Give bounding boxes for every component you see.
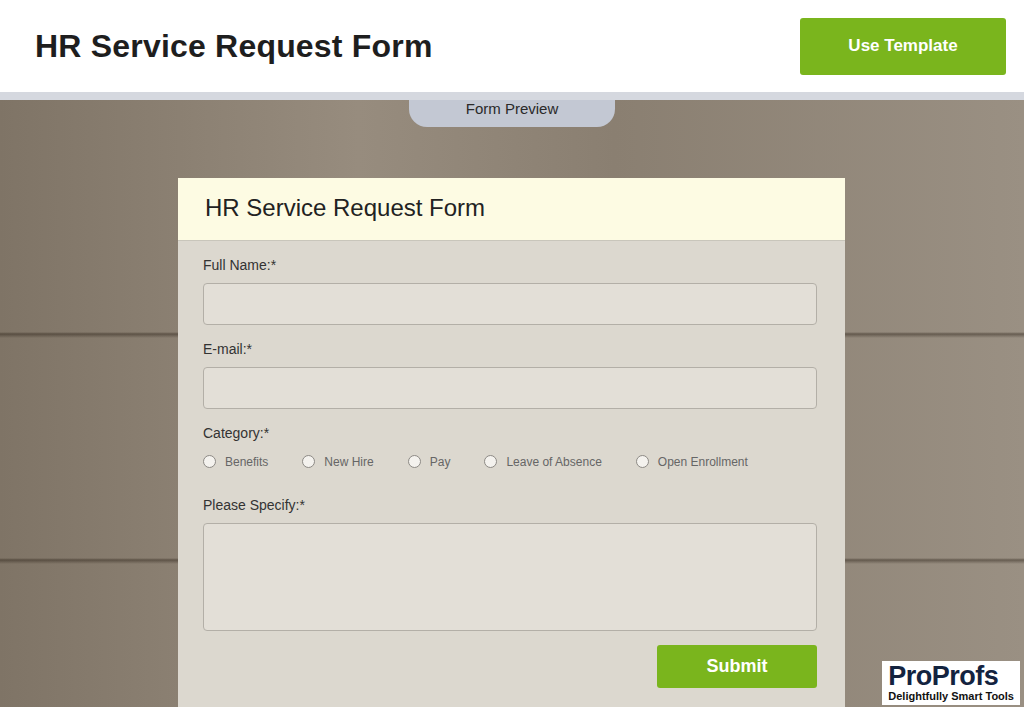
text-input[interactable] <box>203 283 817 325</box>
top-header: HR Service Request Form Use Template <box>0 0 1024 92</box>
submit-button[interactable]: Submit <box>657 645 817 688</box>
use-template-button[interactable]: Use Template <box>800 18 1006 75</box>
form-header: HR Service Request Form <box>178 178 845 241</box>
logo-name: ProProfs <box>888 663 1014 690</box>
radio-option[interactable]: Benefits <box>203 453 268 471</box>
form-field: Full Name:* <box>203 255 817 325</box>
field-label: Please Specify:* <box>203 495 817 515</box>
radio-button[interactable] <box>302 455 315 468</box>
radio-label: Open Enrollment <box>658 453 748 471</box>
logo-tagline: Delightfully Smart Tools <box>888 691 1014 702</box>
radio-group: Benefits New Hire Pay Leave of Absence Open … <box>203 451 817 471</box>
page: HR Service Request Form Use Template For… <box>0 0 1024 707</box>
field-label: Category:* <box>203 423 817 443</box>
radio-button[interactable] <box>408 455 421 468</box>
submit-row: Submit <box>203 645 817 688</box>
radio-option[interactable]: New Hire <box>302 453 373 471</box>
radio-option[interactable]: Open Enrollment <box>636 453 748 471</box>
wood-background: Form Preview HR Service Request Form Ful… <box>0 100 1024 707</box>
radio-option[interactable]: Pay <box>408 453 451 471</box>
specify-textarea[interactable] <box>203 523 817 631</box>
field-label: E-mail:* <box>203 339 817 359</box>
radio-button[interactable] <box>203 455 216 468</box>
form-title: HR Service Request Form <box>205 194 818 223</box>
form-body: Full Name:* E-mail:* Category:* Benefits New… <box>178 241 845 707</box>
radio-button[interactable] <box>484 455 497 468</box>
radio-button[interactable] <box>636 455 649 468</box>
form-fields: Full Name:* E-mail:* Category:* Benefits New… <box>203 255 817 631</box>
page-title: HR Service Request Form <box>35 27 433 65</box>
form-field: Please Specify:* <box>203 495 817 631</box>
radio-label: Benefits <box>225 453 268 471</box>
text-input[interactable] <box>203 367 817 409</box>
form-preview-tab: Form Preview <box>409 100 615 127</box>
radio-option[interactable]: Leave of Absence <box>484 453 601 471</box>
field-label: Full Name:* <box>203 255 817 275</box>
header-shadow <box>0 92 1024 100</box>
radio-label: Pay <box>430 453 451 471</box>
proprofs-logo: ProProfs Delightfully Smart Tools <box>882 661 1020 705</box>
radio-label: New Hire <box>324 453 373 471</box>
radio-label: Leave of Absence <box>506 453 601 471</box>
form-card: HR Service Request Form Full Name:* E-mai… <box>178 178 845 707</box>
form-field: E-mail:* <box>203 339 817 409</box>
form-field: Category:* Benefits New Hire Pay Leave of Ab… <box>203 423 817 471</box>
